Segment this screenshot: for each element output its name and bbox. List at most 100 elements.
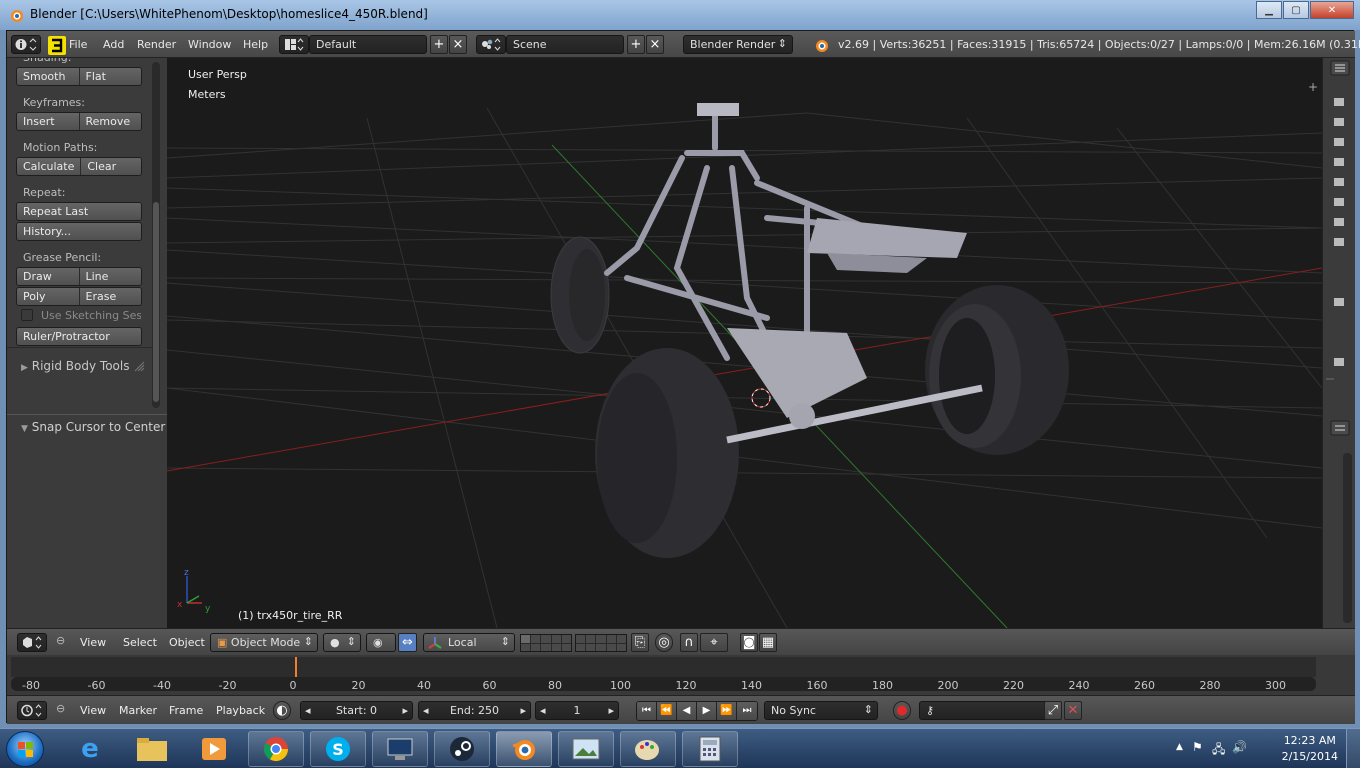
menu-file[interactable]: File: [69, 38, 87, 51]
3d-viewport[interactable]: x z y + User Persp Meters (1) trx450r_ti…: [167, 58, 1322, 628]
play-icon[interactable]: ▶: [697, 702, 717, 720]
proportional-editing-icon[interactable]: ◎: [655, 633, 673, 652]
draw-button[interactable]: Draw: [17, 268, 80, 285]
snap-cursor-panel[interactable]: ▼ Snap Cursor to Center: [21, 420, 165, 434]
timeline-track[interactable]: [11, 657, 1316, 677]
chrome-icon[interactable]: [248, 731, 304, 767]
properties-region-strip[interactable]: [1322, 58, 1355, 628]
menu-frame[interactable]: Frame: [169, 704, 203, 717]
jump-to-end-icon[interactable]: ⏭: [737, 702, 757, 720]
calculate-button[interactable]: Calculate: [17, 158, 82, 175]
screen-layout-icon[interactable]: [279, 35, 309, 54]
paint-icon[interactable]: [620, 731, 676, 767]
skype-icon[interactable]: S: [310, 731, 366, 767]
editor-type-info-button[interactable]: [11, 35, 41, 54]
editor-type-3dview-button[interactable]: [17, 633, 47, 652]
jump-to-keyframe-back-icon[interactable]: ⏪: [657, 702, 677, 720]
current-frame-cursor[interactable]: [295, 657, 297, 677]
smooth-button[interactable]: Smooth: [17, 68, 80, 85]
scene-icon[interactable]: [476, 35, 506, 54]
increment-arrow-icon[interactable]: ▸: [608, 704, 614, 717]
tool-shelf-scrollbar[interactable]: [152, 62, 160, 408]
add-screen-button[interactable]: +: [430, 35, 448, 54]
menu-help[interactable]: Help: [243, 38, 268, 51]
timeline-scrollbar[interactable]: [11, 677, 1316, 691]
editor-type-timeline-button[interactable]: [17, 701, 47, 720]
menu-view[interactable]: View: [80, 704, 106, 717]
erase-button[interactable]: Erase: [79, 288, 141, 305]
menu-view[interactable]: View: [80, 636, 106, 649]
menu-marker[interactable]: Marker: [119, 704, 157, 717]
snap-toggle-icon[interactable]: ∩: [680, 633, 698, 652]
drag-grip-icon[interactable]: [133, 360, 145, 372]
rigid-body-tools-panel[interactable]: ▶ Rigid Body Tools: [21, 359, 129, 373]
viewport-shading-dropdown[interactable]: ● ⇕: [323, 633, 361, 652]
show-hidden-icons-icon[interactable]: ▲: [1176, 742, 1183, 752]
remove-keyframe-button[interactable]: Remove: [79, 113, 141, 130]
record-keyframe-icon[interactable]: ●: [893, 701, 911, 720]
menu-window[interactable]: Window: [188, 38, 231, 51]
decrement-arrow-icon[interactable]: ◂: [423, 704, 429, 717]
layer-buttons-group-1[interactable]: [520, 634, 572, 652]
close-button[interactable]: ✕: [1310, 1, 1354, 19]
opengl-render-icon[interactable]: ◙: [740, 633, 758, 652]
insert-keyframe-icon[interactable]: ⤢: [1044, 701, 1062, 720]
picture-viewer-icon[interactable]: [558, 731, 614, 767]
transform-orientation-dropdown[interactable]: Local ⇕: [423, 633, 515, 652]
delete-scene-button[interactable]: ×: [646, 35, 664, 54]
pivot-point-dropdown[interactable]: ◉: [366, 633, 396, 652]
delete-keyframe-icon[interactable]: ✕: [1064, 701, 1082, 720]
collapse-menu-icon[interactable]: ⊖: [56, 634, 65, 647]
line-button[interactable]: Line: [79, 268, 141, 285]
network-icon[interactable]: 🖧: [1212, 740, 1225, 761]
decrement-arrow-icon[interactable]: ◂: [540, 704, 546, 717]
delete-screen-button[interactable]: ×: [449, 35, 467, 54]
start-frame-field[interactable]: ◂ Start: 0 ▸: [300, 701, 413, 720]
maximize-button[interactable]: ▢: [1283, 1, 1309, 19]
repeat-last-button[interactable]: Repeat Last: [17, 203, 141, 220]
jump-to-keyframe-forward-icon[interactable]: ⏩: [717, 702, 737, 720]
clear-button[interactable]: Clear: [81, 158, 141, 175]
action-center-flag-icon[interactable]: ⚑: [1192, 740, 1203, 754]
menu-render[interactable]: Render: [137, 38, 176, 51]
lock-layers-icon[interactable]: ⎘: [631, 633, 649, 652]
timeline[interactable]: -80 -60 -40 -20 0 20 40 60 80 100 120 140 160 180 200 2…: [7, 655, 1355, 695]
layer-buttons-group-2[interactable]: [575, 634, 627, 652]
current-frame-field[interactable]: ◂ 1 ▸: [535, 701, 619, 720]
flat-button[interactable]: Flat: [79, 68, 141, 85]
file-explorer-icon[interactable]: [124, 731, 180, 767]
internet-explorer-icon[interactable]: e: [62, 731, 118, 767]
menu-object[interactable]: Object: [169, 636, 205, 649]
manipulator-toggle-icon[interactable]: ⇔: [398, 633, 417, 652]
media-player-icon[interactable]: [186, 731, 242, 767]
calculator-icon[interactable]: [682, 731, 738, 767]
start-button[interactable]: [6, 731, 44, 767]
sync-mode-dropdown[interactable]: No Sync ⇕: [764, 701, 878, 720]
increment-arrow-icon[interactable]: ▸: [402, 704, 408, 717]
insert-keyframe-button[interactable]: Insert: [17, 113, 80, 130]
show-desktop-button[interactable]: [1346, 729, 1360, 768]
increment-arrow-icon[interactable]: ▸: [520, 704, 526, 717]
snap-element-icon[interactable]: ⌖: [700, 633, 728, 652]
render-engine-dropdown[interactable]: Blender Render ⇕: [683, 35, 793, 54]
menu-select[interactable]: Select: [123, 636, 157, 649]
use-sketching-checkbox[interactable]: [21, 309, 33, 321]
volume-icon[interactable]: 🔊: [1232, 740, 1247, 754]
object-mode-dropdown[interactable]: ▣ Object Mode ⇕: [210, 633, 318, 652]
menu-playback[interactable]: Playback: [216, 704, 265, 717]
add-scene-button[interactable]: +: [627, 35, 645, 54]
end-frame-field[interactable]: ◂ End: 250 ▸: [418, 701, 531, 720]
play-reverse-icon[interactable]: ◀: [677, 702, 697, 720]
blender-taskbar-icon[interactable]: [496, 731, 552, 767]
computer-icon[interactable]: [372, 731, 428, 767]
scene-field[interactable]: Scene: [506, 35, 624, 54]
minimize-button[interactable]: ▁: [1256, 1, 1282, 19]
preview-range-icon[interactable]: ◐: [273, 701, 291, 720]
steam-icon[interactable]: [434, 731, 490, 767]
decrement-arrow-icon[interactable]: ◂: [305, 704, 311, 717]
collapse-menu-icon[interactable]: ⊖: [56, 702, 65, 715]
menu-add[interactable]: Add: [103, 38, 124, 51]
poly-button[interactable]: Poly: [17, 288, 80, 305]
taskbar-clock[interactable]: 12:23 AM 2/15/2014: [1282, 733, 1338, 765]
ruler-protractor-button[interactable]: Ruler/Protractor: [17, 328, 141, 345]
